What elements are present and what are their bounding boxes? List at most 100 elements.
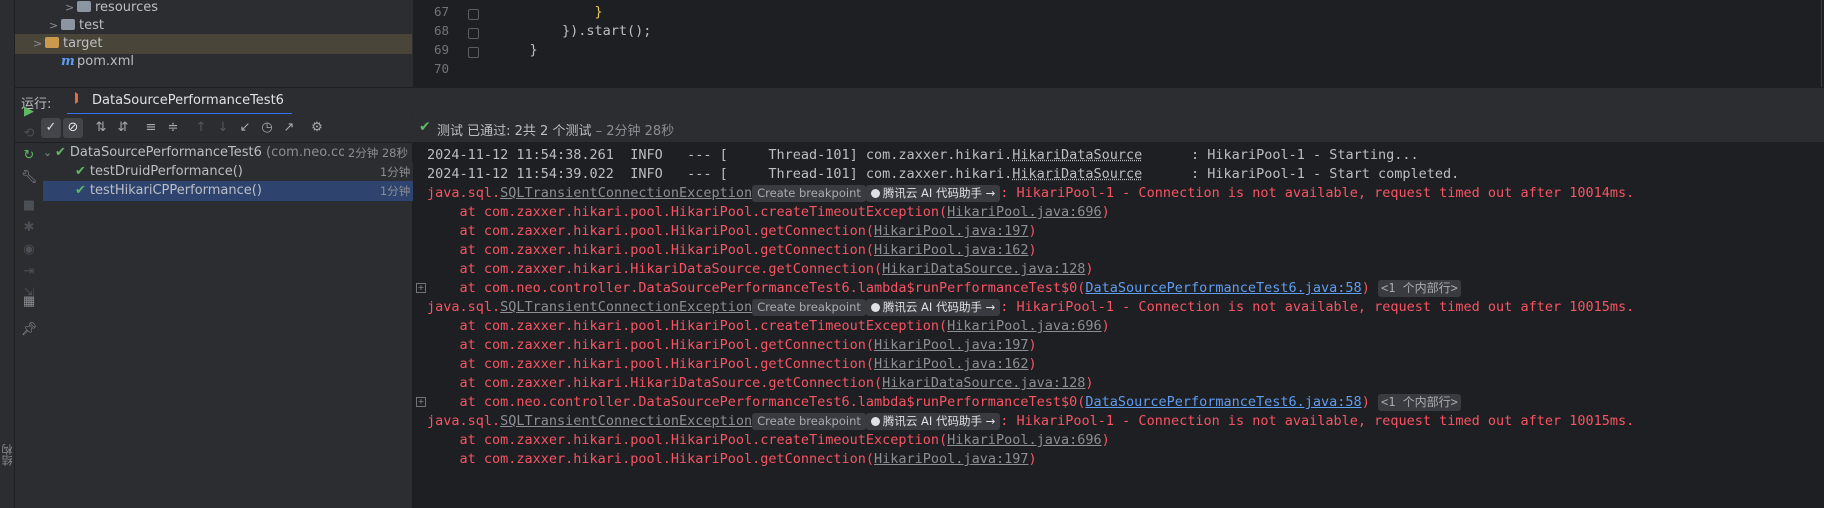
status-duration: – 2分钟 28秒 (595, 124, 675, 139)
stack-frame-close: ) (1085, 261, 1094, 277)
test-name: DataSourcePerformanceTest6 (69, 145, 262, 160)
stack-frame-close: ) (1085, 375, 1094, 391)
source-link[interactable]: HikariPool.java:162 (874, 356, 1028, 372)
debug-bug-icon[interactable]: ✱ (19, 218, 39, 238)
project-tree-item[interactable]: > test (15, 16, 412, 36)
test-tree-item[interactable]: ✔ testDruidPerformance() 1分钟 17秒 (43, 162, 444, 182)
exception-class-link[interactable]: SQLTransientConnectionException (500, 299, 752, 315)
import-tests-icon[interactable]: ↙ (235, 118, 255, 138)
exception-message: : HikariPool-1 - Connection is not avail… (1000, 299, 1635, 315)
expand-all-icon[interactable]: ≡ (141, 118, 161, 138)
internal-lines-fold[interactable]: <1 个内部行> (1377, 394, 1461, 411)
source-link[interactable]: HikariPool.java:696 (947, 204, 1101, 220)
export-results-icon[interactable]: ↗ (279, 118, 299, 138)
rerun-failed-icon[interactable]: ⟲ (19, 124, 39, 144)
stop-icon[interactable]: ■ (19, 196, 39, 216)
show-passed-icon[interactable]: ✓ (41, 118, 61, 138)
stack-frame-text: at com.zaxxer.hikari.pool.HikariPool.cre… (427, 432, 948, 448)
toggle-auto-test-icon[interactable]: ↻ (19, 146, 39, 166)
ai-assistant-icon (870, 189, 880, 198)
sort-by-duration-icon[interactable]: ⇵ (113, 118, 133, 138)
settings-gear-icon[interactable]: ⚙ (307, 118, 327, 138)
test-passed-icon: ✔ (75, 164, 86, 179)
create-breakpoint-button[interactable]: Create breakpoint (752, 185, 866, 202)
ai-assistant-icon (870, 417, 880, 426)
fold-marker-icon[interactable] (468, 47, 479, 58)
ai-assistant-button[interactable]: 腾讯云 AI 代码助手 → (865, 413, 1001, 430)
log-logger-class[interactable]: HikariDataSource (1012, 166, 1142, 182)
source-link[interactable]: HikariDataSource.java:128 (882, 261, 1085, 277)
sort-alphabetically-icon[interactable]: ⇅ (91, 118, 111, 138)
previous-failed-icon[interactable]: ↑ (191, 118, 211, 138)
project-tree-item[interactable]: > target (15, 34, 412, 54)
code-editor[interactable]: 67 } 68 }).start(); 69 } 70 (413, 0, 1824, 87)
source-link[interactable]: HikariPool.java:162 (874, 242, 1028, 258)
collapse-all-icon[interactable]: ≑ (163, 118, 183, 138)
test-tree-item[interactable]: ✔ testHikariCPPerformance() 1分钟 11秒 (43, 181, 444, 201)
exception-package: java.sql. (427, 299, 501, 315)
stack-frame-text: at com.zaxxer.hikari.pool.HikariPool.get… (427, 223, 875, 239)
log-logger-class[interactable]: HikariDataSource (1012, 147, 1142, 163)
rerun-icon[interactable]: ▶ (19, 102, 39, 122)
create-breakpoint-button[interactable]: Create breakpoint (752, 413, 866, 430)
project-tree-item[interactable]: m pom.xml (15, 52, 412, 72)
internal-lines-fold[interactable]: <1 个内部行> (1377, 280, 1461, 297)
test-history-icon[interactable]: ◷ (257, 118, 277, 138)
source-link[interactable]: HikariPool.java:696 (947, 432, 1101, 448)
exception-class-link[interactable]: SQLTransientConnectionException (500, 185, 752, 201)
stack-frame-text: at com.zaxxer.hikari.HikariDataSource.ge… (427, 375, 883, 391)
stack-frame-close: ) (1028, 223, 1037, 239)
source-link[interactable]: DataSourcePerformanceTest6.java:58 (1085, 394, 1361, 410)
source-link[interactable]: HikariPool.java:696 (947, 318, 1101, 334)
stack-frame-text: at com.zaxxer.hikari.pool.HikariPool.cre… (427, 318, 948, 334)
layout-icon[interactable]: ▦ (19, 292, 39, 312)
code-line[interactable]: } (497, 42, 538, 58)
chevron-right-icon[interactable]: > (49, 16, 61, 36)
status-count: 2共 2 个测试 (514, 124, 592, 139)
expand-frames-icon[interactable]: + (416, 283, 426, 293)
source-link[interactable]: HikariPool.java:197 (874, 337, 1028, 353)
ai-assistant-button[interactable]: 腾讯云 AI 代码助手 → (865, 299, 1001, 316)
log-level: INFO (630, 147, 688, 163)
stack-frame-close: ) (1361, 394, 1370, 410)
expand-frames-icon[interactable]: + (416, 397, 426, 407)
export-icon[interactable]: ⇥ (19, 262, 39, 282)
line-number: 68 (433, 23, 449, 38)
log-message: : HikariPool-1 - Starting... (1142, 147, 1419, 163)
source-link[interactable]: HikariDataSource.java:128 (882, 375, 1085, 391)
folder-icon (77, 1, 91, 12)
test-tree-item[interactable]: ⌄ ✔ DataSourcePerformanceTest6 (com.neo.co… (43, 143, 412, 163)
chevron-down-icon[interactable]: ⌄ (43, 143, 55, 163)
show-ignored-icon[interactable]: ⊘ (63, 118, 83, 138)
code-line[interactable]: } (497, 4, 603, 20)
exception-package: java.sql. (427, 185, 501, 201)
fold-marker-icon[interactable] (468, 9, 479, 20)
create-breakpoint-button[interactable]: Create breakpoint (752, 299, 866, 316)
exception-class-link[interactable]: SQLTransientConnectionException (500, 413, 752, 429)
source-link[interactable]: HikariPool.java:197 (874, 451, 1028, 467)
exception-package: java.sql. (427, 413, 501, 429)
structure-tool-label[interactable]: 结构 (0, 444, 14, 466)
ai-assistant-button[interactable]: 腾讯云 AI 代码助手 → (865, 185, 1001, 202)
next-failed-icon[interactable]: ↓ (213, 118, 233, 138)
source-link[interactable]: DataSourcePerformanceTest6.java:58 (1085, 280, 1361, 296)
wrench-icon[interactable]: 🔧︎ (19, 168, 39, 188)
console-output[interactable]: 2024-11-12 11:54:38.261 INFO --- [ Threa… (413, 143, 1824, 508)
test-passed-icon: ✔ (75, 183, 86, 198)
run-tool-window-header: 运行: DataSourcePerformanceTest6 (15, 87, 1824, 115)
chevron-right-icon[interactable]: > (33, 34, 45, 54)
code-line[interactable]: }).start(); (497, 23, 651, 39)
left-tool-strip (0, 0, 15, 508)
run-tab[interactable]: DataSourcePerformanceTest6 (67, 88, 292, 115)
fold-marker-icon[interactable] (468, 28, 479, 39)
test-name: testDruidPerformance() (89, 164, 243, 179)
source-link[interactable]: HikariPool.java:197 (874, 223, 1028, 239)
test-status-bar: ✔ 测试 已通过: 2共 2 个测试 – 2分钟 28秒 (413, 114, 1824, 143)
project-tree-label: target (63, 36, 103, 51)
project-tree: > resources > test > target m pom.xml (15, 0, 412, 87)
stack-frame-close: ) (1028, 242, 1037, 258)
project-tree-label: pom.xml (77, 54, 134, 69)
pin-icon[interactable]: 📌︎ (19, 320, 39, 340)
exception-message: : HikariPool-1 - Connection is not avail… (1000, 185, 1635, 201)
camera-icon[interactable]: ◉ (19, 240, 39, 260)
